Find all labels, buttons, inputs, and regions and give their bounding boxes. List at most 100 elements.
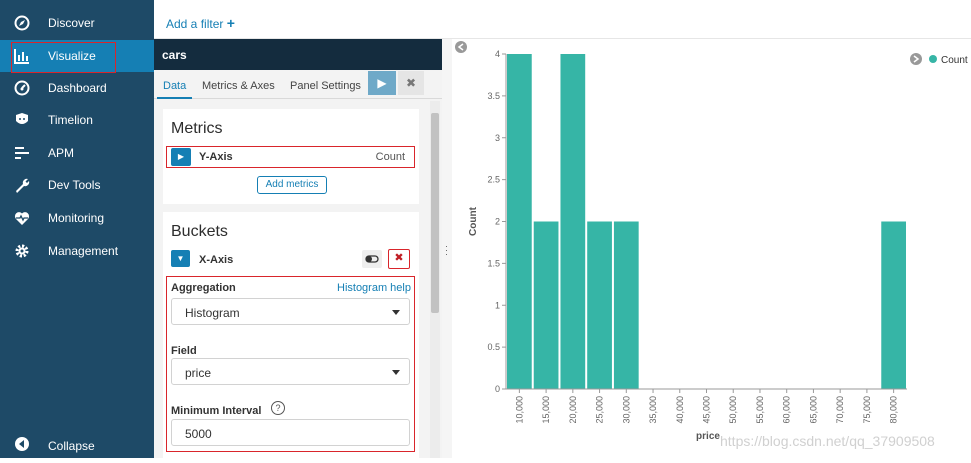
dashboard-icon (14, 80, 30, 96)
timelion-icon (16, 113, 28, 124)
histogram-bar[interactable] (533, 221, 559, 390)
nav-label: Dev Tools (48, 178, 101, 192)
caret-down-icon (392, 310, 400, 315)
visualization-panel: Count 0 0.5 1 1.5 2 2.5 3 3.5 4 Count 10,000 15,000 2… (452, 39, 971, 458)
nav-item-dashboard[interactable]: Dashboard (0, 72, 154, 104)
y-tick-label: 2.5 (487, 175, 500, 185)
chevron-down-icon[interactable]: ▼ (171, 250, 190, 267)
apm-icon (15, 147, 29, 159)
nav-label: Management (48, 244, 119, 258)
y-axis-label: Y-Axis (199, 151, 233, 163)
buckets-heading: Buckets (171, 223, 228, 240)
x-tick-label: 80,000 (889, 396, 899, 424)
compass-icon (14, 15, 30, 31)
aggregation-label: Aggregation (171, 282, 236, 294)
x-axis-label: X-Axis (199, 254, 234, 266)
histogram-bar[interactable] (507, 54, 532, 389)
x-tick-label: 65,000 (808, 396, 818, 424)
nav-item-timelion[interactable]: Timelion (0, 104, 154, 136)
x-tick-label: 45,000 (702, 396, 712, 424)
index-pattern-title: cars (154, 39, 442, 70)
y-axis-title: Count (468, 206, 479, 236)
y-tick-label: 3 (495, 133, 500, 143)
nav-label: Dashboard (48, 81, 107, 95)
x-tick-label: 70,000 (835, 396, 845, 424)
field-value: price (185, 366, 212, 380)
nav-label: Discover (48, 16, 95, 30)
histogram-chart: Count 0 0.5 1 1.5 2 2.5 3 3.5 4 Count 10,000 15,000 2… (455, 41, 968, 442)
field-select[interactable]: price (171, 358, 410, 385)
y-tick-label: 0 (495, 384, 500, 394)
field-label: Field (171, 345, 197, 357)
y-axis-row[interactable]: ▶ Y-Axis Count (166, 146, 415, 168)
gear-icon (15, 244, 29, 258)
x-tick-label: 75,000 (862, 396, 872, 424)
caret-down-icon (392, 370, 400, 375)
nav-item-dev-tools[interactable]: Dev Tools (0, 169, 154, 201)
aggregation-select[interactable]: Histogram (171, 298, 410, 325)
toggle-icon (365, 255, 379, 263)
legend-label[interactable]: Count (941, 55, 968, 66)
y-axis-agg-value: Count (375, 151, 405, 163)
sidebar-resizer[interactable]: · · · (442, 39, 452, 458)
x-tick-label: 40,000 (675, 396, 685, 424)
legend-toggle-icon[interactable] (910, 53, 922, 65)
toggle-enable-button[interactable] (362, 250, 382, 268)
y-tick-label: 2 (495, 217, 500, 227)
nav-label: Monitoring (48, 211, 105, 225)
nav-item-visualize[interactable]: Visualize (0, 40, 154, 73)
histogram-bar[interactable] (881, 221, 906, 390)
nav-label: Visualize (48, 49, 96, 63)
buckets-panel: Buckets ▼ X-Axis ✖ Aggregation Histogram… (163, 212, 419, 458)
legend-swatch (929, 55, 937, 63)
x-tick-label: 20,000 (568, 396, 578, 424)
x-tick-label: 60,000 (782, 396, 792, 424)
drag-handle-icon: · · · (445, 241, 448, 259)
y-tick-label: 1 (495, 300, 500, 310)
add-filter-link[interactable]: Add a filter + (166, 15, 235, 31)
x-tick-label: 15,000 (541, 396, 551, 424)
x-tick-label: 10,000 (514, 396, 524, 424)
filter-bar: Add a filter + (154, 0, 971, 39)
histogram-bar[interactable] (613, 221, 639, 390)
collapse-icon (15, 437, 29, 451)
sidebar-scrollbar-thumb[interactable] (431, 113, 439, 313)
nav-item-discover[interactable]: Discover (0, 7, 154, 39)
remove-bucket-button[interactable]: ✖ (388, 249, 410, 269)
x-axis-title: price (696, 431, 720, 442)
chevron-right-icon[interactable]: ▶ (171, 148, 191, 166)
y-tick-label: 0.5 (487, 342, 500, 352)
x-tick-label: 30,000 (621, 396, 631, 424)
tab-metrics-axes[interactable]: Metrics & Axes (202, 80, 275, 92)
discard-button[interactable]: ✖ (398, 71, 424, 95)
wrench-icon (16, 178, 30, 193)
interval-input[interactable]: 5000 (171, 419, 410, 446)
histogram-bar[interactable] (587, 221, 612, 390)
histogram-bar[interactable] (560, 54, 586, 389)
nav-item-management[interactable]: Management (0, 235, 154, 267)
nav-label: APM (48, 146, 75, 160)
nav-item-apm[interactable]: APM (0, 137, 154, 169)
add-metrics-button[interactable]: Add metrics (257, 176, 327, 194)
y-tick-label: 3.5 (487, 91, 500, 101)
add-filter-label: Add a filter (166, 17, 224, 31)
watermark-text: https://blog.csdn.net/qq_37909508 (720, 433, 935, 449)
interval-value: 5000 (185, 427, 212, 441)
histogram-help-link[interactable]: Histogram help (337, 282, 411, 294)
interval-label: Minimum Interval (171, 405, 262, 417)
heartbeat-icon (14, 212, 30, 225)
tab-panel-settings[interactable]: Panel Settings (290, 80, 361, 92)
nav-item-monitoring[interactable]: Monitoring (0, 202, 154, 234)
nav-collapse-label: Collapse (48, 439, 95, 453)
collapse-sidebar-icon[interactable] (455, 41, 467, 53)
y-tick-label: 4 (495, 49, 500, 59)
tab-data[interactable]: Data (156, 80, 193, 99)
nav-collapse[interactable]: Collapse (0, 428, 154, 460)
apply-button[interactable]: ▶ (368, 71, 396, 95)
remove-icon: ✖ (394, 252, 404, 264)
aggregation-value: Histogram (185, 306, 240, 320)
x-tick-label: 25,000 (595, 396, 605, 424)
plus-icon: + (226, 15, 235, 31)
vis-editor-sidebar: cars Data Metrics & Axes Panel Settings … (154, 39, 442, 458)
help-icon[interactable]: ? (271, 401, 285, 415)
